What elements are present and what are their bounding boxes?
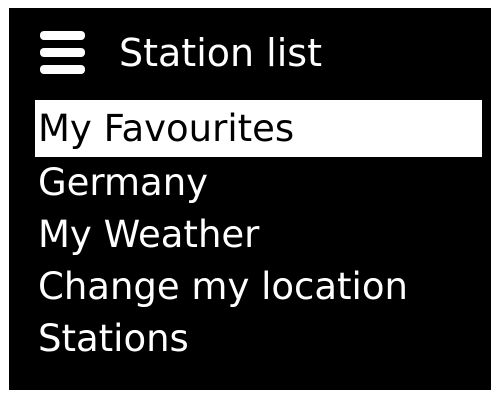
menu-icon-bar	[40, 65, 85, 74]
menu-item-germany[interactable]: Germany	[9, 157, 491, 209]
radio-display: Station list My Favourites Germany My We…	[9, 8, 491, 390]
menu-item-label: My Favourites	[38, 107, 295, 150]
menu-item-label: My Weather	[38, 213, 260, 256]
menu-item-label: Change my location	[38, 265, 408, 308]
menu-icon-bar	[40, 48, 85, 57]
menu-item-label: Stations	[38, 317, 189, 360]
header-bar: Station list	[9, 8, 491, 98]
page-title: Station list	[119, 31, 322, 75]
menu-item-stations[interactable]: Stations	[9, 313, 491, 365]
menu-item-change-my-location[interactable]: Change my location	[9, 261, 491, 313]
menu-item-label: Germany	[38, 161, 209, 204]
hamburger-menu-icon[interactable]	[40, 27, 85, 77]
menu-item-my-favourites[interactable]: My Favourites	[9, 99, 491, 157]
station-menu-list: My Favourites Germany My Weather Change …	[9, 99, 491, 365]
menu-item-my-weather[interactable]: My Weather	[9, 209, 491, 261]
menu-icon-bar	[40, 31, 85, 40]
